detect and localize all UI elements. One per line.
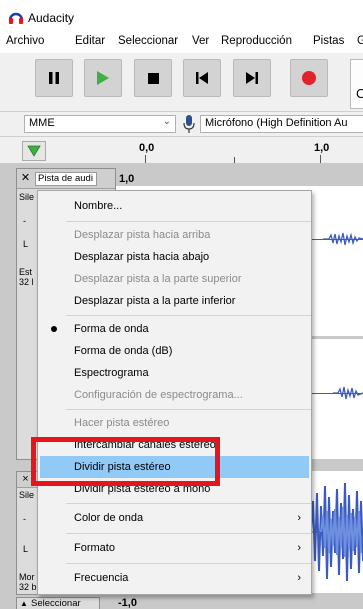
stop-icon — [147, 72, 159, 84]
menu-item-move-bottom[interactable]: Desplazar pista a la parte inferior — [38, 290, 311, 312]
menu-ver[interactable]: Ver — [192, 35, 209, 47]
recording-device-select[interactable]: Micrófono (High Definition Au — [200, 115, 363, 133]
skip-start-icon — [196, 72, 208, 84]
record-icon — [302, 71, 316, 85]
chevron-right-icon: › — [297, 572, 301, 584]
menu-item-label: Hacer pista estéreo — [74, 417, 170, 429]
pause-icon — [49, 72, 59, 84]
audio-host-value: MME — [29, 117, 55, 129]
ruler-tick-label: 0,0 — [139, 142, 155, 154]
waveform-burst — [333, 386, 363, 400]
annotation-highlight-box — [31, 437, 220, 486]
device-toolbar: MME ⌄ Micrófono (High Definition Au — [0, 111, 363, 135]
menu-editar[interactable]: Editar — [75, 35, 105, 47]
menu-separator — [66, 503, 311, 504]
menu-separator — [66, 563, 311, 564]
play-head-indicator[interactable] — [22, 141, 46, 161]
tool-glyph[interactable]: C — [356, 86, 363, 101]
track-info-line-1: Est — [19, 267, 33, 277]
skip-end-icon — [246, 72, 258, 84]
menu-reproduccion[interactable]: Reproducción — [221, 35, 292, 47]
ruler-tick-label: 1,0 — [314, 142, 330, 154]
menu-item-label: Forma de onda (dB) — [74, 345, 173, 357]
track-1-header: ✕ Pista de audi — [17, 169, 115, 189]
menu-generar[interactable]: G — [357, 35, 363, 47]
chevron-right-icon: › — [297, 512, 301, 524]
amplitude-scale-top: 1,0 — [119, 173, 135, 185]
track-context-menu: Nombre... Desplazar pista hacia arriba D… — [37, 190, 312, 595]
menu-item-move-down[interactable]: Desplazar pista hacia abajo — [38, 246, 311, 268]
gain-minus-label: - — [23, 514, 26, 524]
play-button[interactable] — [84, 59, 122, 97]
select-track-button[interactable]: ▲ Seleccionar — [16, 597, 100, 609]
menu-item-label: Color de onda — [74, 512, 144, 524]
audacity-logo-icon — [8, 12, 24, 24]
menu-bar: Archivo Editar Seleccionar Ver Reproducc… — [0, 31, 363, 53]
tools-toolbar: C — [350, 59, 363, 109]
menu-item-make-stereo: Hacer pista estéreo — [38, 412, 311, 434]
recording-device-value: Micrófono (High Definition Au — [205, 117, 348, 129]
chevron-right-icon: › — [297, 542, 301, 554]
menu-item-waveform-db[interactable]: Forma de onda (dB) — [38, 340, 311, 362]
title-bar: Audacity — [0, 0, 363, 31]
window-title: Audacity — [28, 11, 75, 25]
menu-separator — [66, 409, 311, 410]
pan-left-label: L — [23, 544, 29, 554]
menu-item-label: Espectrograma — [74, 367, 149, 379]
record-button[interactable] — [290, 59, 328, 97]
menu-item-spectrogram-settings: Configuración de espectrograma... — [38, 384, 311, 406]
menu-seleccionar[interactable]: Seleccionar — [118, 35, 178, 47]
track-name-menu-button[interactable]: Pista de audi — [35, 172, 97, 186]
track-info-line-2: 32 b — [19, 582, 37, 592]
menu-item-label: Desplazar pista a la parte inferior — [74, 295, 236, 307]
chevron-down-icon: ⌄ — [162, 116, 171, 127]
menu-item-label: Desplazar pista hacia arriba — [74, 229, 211, 241]
silence-button[interactable]: Sile — [19, 490, 34, 500]
menu-item-rate[interactable]: Frecuencia › — [38, 567, 311, 589]
menu-item-format[interactable]: Formato › — [38, 537, 311, 559]
menu-item-label: Desplazar pista a la parte superior — [74, 273, 242, 285]
menu-pistas[interactable]: Pistas — [313, 35, 344, 47]
ruler[interactable]: 0,0 1,0 — [54, 137, 363, 164]
menu-item-label: Frecuencia — [74, 572, 129, 584]
play-icon — [97, 71, 109, 85]
microphone-icon — [183, 115, 195, 133]
transport-toolbar: C — [0, 53, 363, 111]
menu-item-move-top: Desplazar pista a la parte superior — [38, 268, 311, 290]
menu-separator — [66, 533, 311, 534]
menu-item-label: Desplazar pista hacia abajo — [74, 251, 210, 263]
timeline-ruler[interactable]: 0,0 1,0 — [0, 136, 363, 163]
pan-left-label: L — [23, 239, 29, 249]
menu-item-label: Configuración de espectrograma... — [74, 389, 243, 401]
menu-item-label: Forma de onda — [74, 323, 149, 335]
play-head-icon — [27, 145, 41, 157]
waveform-burst — [323, 232, 363, 246]
amplitude-scale-bottom: -1,0 — [118, 597, 137, 609]
skip-to-start-button[interactable] — [183, 59, 221, 97]
menu-archivo[interactable]: Archivo — [6, 35, 44, 47]
menu-item-label: Formato — [74, 542, 115, 554]
gain-minus-label: - — [23, 216, 26, 226]
menu-item-wave-color[interactable]: Color de onda › — [38, 507, 311, 529]
radio-bullet-icon — [51, 326, 57, 332]
menu-item-move-up: Desplazar pista hacia arriba — [38, 224, 311, 246]
track-info-line-2: 32 l — [19, 277, 34, 287]
menu-separator — [66, 221, 311, 222]
close-icon[interactable]: ✕ — [19, 172, 32, 185]
silence-button[interactable]: Sile — [19, 192, 34, 202]
stop-button[interactable] — [134, 59, 172, 97]
menu-item-nombre[interactable]: Nombre... — [38, 195, 311, 217]
menu-item-waveform[interactable]: Forma de onda — [38, 318, 311, 340]
audio-host-select[interactable]: MME ⌄ — [24, 115, 176, 133]
menu-item-spectrogram[interactable]: Espectrograma — [38, 362, 311, 384]
triangle-up-icon: ▲ — [20, 599, 28, 608]
skip-to-end-button[interactable] — [233, 59, 271, 97]
menu-item-label: Nombre... — [74, 200, 123, 212]
pause-button[interactable] — [35, 59, 73, 97]
select-track-label: Seleccionar — [31, 598, 81, 609]
track-info-line-1: Mor — [19, 572, 35, 582]
menu-separator — [66, 315, 311, 316]
